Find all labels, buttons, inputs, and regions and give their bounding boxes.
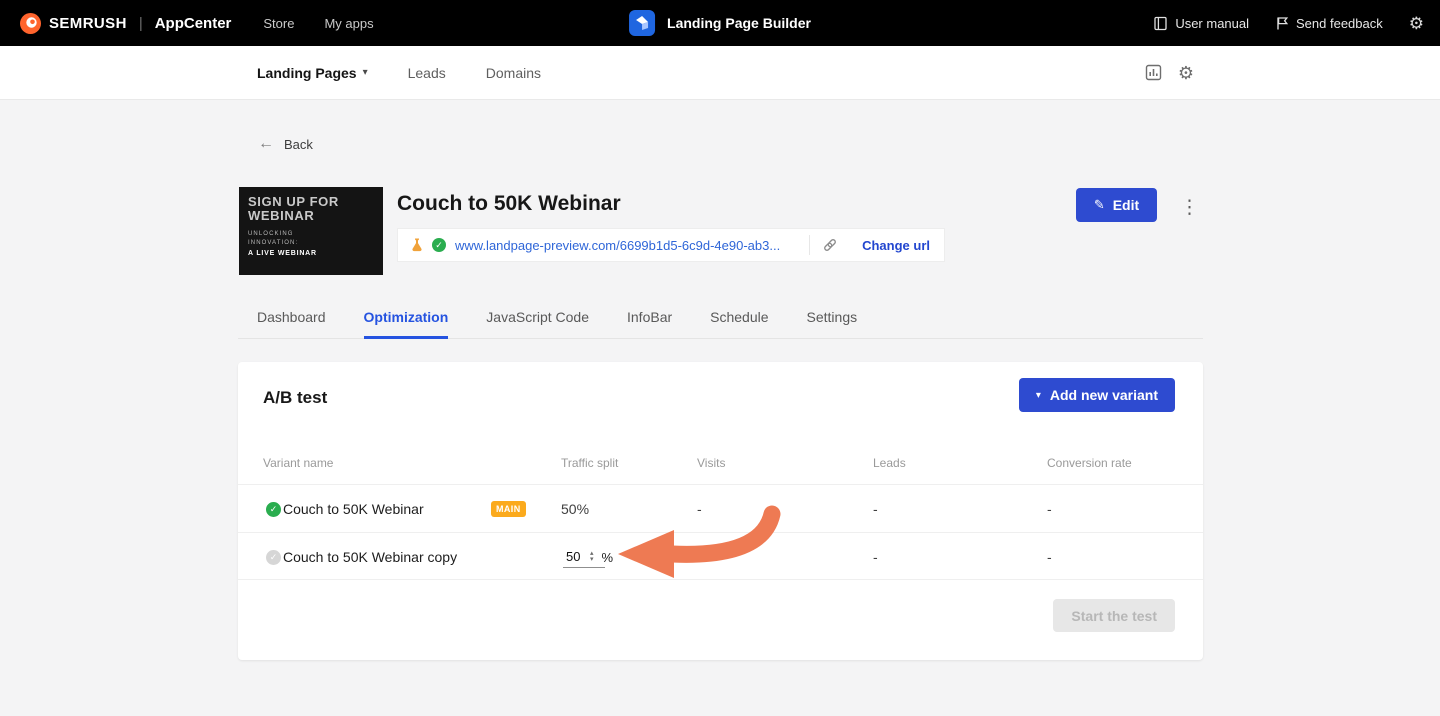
variant-active-check-icon: ✓ <box>266 502 281 517</box>
tab-dashboard[interactable]: Dashboard <box>257 301 326 339</box>
subnav-icons: ⚙ <box>1145 64 1194 82</box>
percent-label: % <box>602 550 614 565</box>
preview-url[interactable]: www.landpage-preview.com/6699b1d5-6c9d-4… <box>455 238 780 253</box>
ab-flask-icon <box>410 237 424 253</box>
page-title: Couch to 50K Webinar <box>397 192 621 216</box>
page-tabs: Dashboard Optimization JavaScript Code I… <box>238 301 1203 339</box>
change-url-button[interactable]: Change url <box>862 238 930 253</box>
top-actions: User manual Send feedback ⚙ <box>1153 15 1424 32</box>
brand-text: SEMRUSH <box>49 15 127 32</box>
main-badge: MAIN <box>491 501 526 517</box>
thumb-line-2: WEBINAR <box>248 209 374 223</box>
col-traffic-split: Traffic split <box>561 456 618 470</box>
variant-name: Couch to 50K Webinar <box>283 485 424 533</box>
start-the-test-button[interactable]: Start the test <box>1053 599 1175 632</box>
stepper-icon[interactable]: ▴▾ <box>590 551 594 563</box>
visits-value: - <box>697 533 702 581</box>
book-icon <box>1153 16 1168 31</box>
variant-row-copy: ✓ Couch to 50K Webinar copy ▴▾ % - - - <box>238 532 1203 580</box>
edit-label: Edit <box>1113 197 1139 213</box>
pencil-icon: ✎ <box>1094 197 1105 213</box>
tab-settings[interactable]: Settings <box>807 301 858 339</box>
link-icon[interactable] <box>822 237 838 253</box>
report-icon[interactable] <box>1145 64 1162 81</box>
send-feedback-link[interactable]: Send feedback <box>1275 16 1383 31</box>
traffic-split-value: 50% <box>561 485 589 533</box>
semrush-logo-icon <box>20 13 41 34</box>
landing-pages-label: Landing Pages <box>257 65 357 81</box>
ab-test-card: A/B test ▾ Add new variant Variant name … <box>238 362 1203 660</box>
brand-suffix: AppCenter <box>155 15 232 32</box>
add-new-variant-label: Add new variant <box>1050 387 1158 403</box>
tab-javascript-code[interactable]: JavaScript Code <box>486 301 589 339</box>
more-options-kebab-icon[interactable]: ⋮ <box>1174 194 1205 221</box>
url-status-check-icon: ✓ <box>432 238 446 252</box>
topbar-gear-icon[interactable]: ⚙ <box>1409 15 1424 32</box>
app-name: Landing Page Builder <box>667 15 811 31</box>
semrush-logo[interactable]: SEMRUSH | AppCenter <box>20 13 231 34</box>
variant-name: Couch to 50K Webinar copy <box>283 533 457 581</box>
nav-leads[interactable]: Leads <box>408 65 446 81</box>
chevron-down-icon: ▾ <box>363 67 368 78</box>
thumb-line-4: INNOVATION: <box>248 239 374 247</box>
dropdown-caret-icon: ▾ <box>1036 390 1041 401</box>
edit-button[interactable]: ✎ Edit <box>1076 188 1157 222</box>
col-conversion-rate: Conversion rate <box>1047 456 1132 470</box>
settings-gear-icon[interactable]: ⚙ <box>1178 64 1194 82</box>
back-button[interactable]: ← Back <box>258 135 313 153</box>
col-visits: Visits <box>697 456 725 470</box>
flag-icon <box>1275 16 1289 31</box>
thumb-line-5: A LIVE WEBINAR <box>248 249 374 258</box>
col-leads: Leads <box>873 456 906 470</box>
tab-infobar[interactable]: InfoBar <box>627 301 672 339</box>
tab-schedule[interactable]: Schedule <box>710 301 768 339</box>
app-nav-bar: Landing Pages ▾ Leads Domains ⚙ <box>0 46 1440 100</box>
thumb-line-1: SIGN UP FOR <box>248 195 374 209</box>
back-arrow-icon: ← <box>258 135 274 153</box>
conversion-value: - <box>1047 485 1052 533</box>
variant-inactive-icon: ✓ <box>266 550 281 565</box>
user-manual-link[interactable]: User manual <box>1153 16 1249 31</box>
nav-my-apps[interactable]: My apps <box>324 16 373 31</box>
col-variant-name: Variant name <box>263 456 333 470</box>
top-nav: Store My apps <box>263 16 373 31</box>
url-divider <box>809 235 810 255</box>
brand-divider: | <box>139 15 143 32</box>
page-thumbnail: SIGN UP FOR WEBINAR UNLOCKING INNOVATION… <box>239 187 383 275</box>
leads-value: - <box>873 485 878 533</box>
ab-test-title: A/B test <box>263 388 327 408</box>
nav-store[interactable]: Store <box>263 16 294 31</box>
conversion-value: - <box>1047 533 1052 581</box>
add-new-variant-button[interactable]: ▾ Add new variant <box>1019 378 1175 412</box>
traffic-split-input[interactable] <box>563 546 605 568</box>
landing-page-builder-icon <box>629 10 655 36</box>
nav-landing-pages-dropdown[interactable]: Landing Pages ▾ <box>257 65 368 81</box>
back-label: Back <box>284 137 313 152</box>
user-manual-label: User manual <box>1175 16 1249 31</box>
traffic-split-editor: ▴▾ % <box>563 545 613 569</box>
leads-value: - <box>873 533 878 581</box>
visits-value: - <box>697 485 702 533</box>
tab-optimization[interactable]: Optimization <box>364 301 449 339</box>
top-app-bar: SEMRUSH | AppCenter Store My apps Landin… <box>0 0 1440 46</box>
nav-domains[interactable]: Domains <box>486 65 541 81</box>
current-app: Landing Page Builder <box>629 0 811 46</box>
variant-row-main: ✓ Couch to 50K Webinar MAIN 50% - - - <box>238 484 1203 532</box>
thumb-line-3: UNLOCKING <box>248 230 374 238</box>
preview-url-bar: ✓ www.landpage-preview.com/6699b1d5-6c9d… <box>397 228 945 262</box>
send-feedback-label: Send feedback <box>1296 16 1383 31</box>
